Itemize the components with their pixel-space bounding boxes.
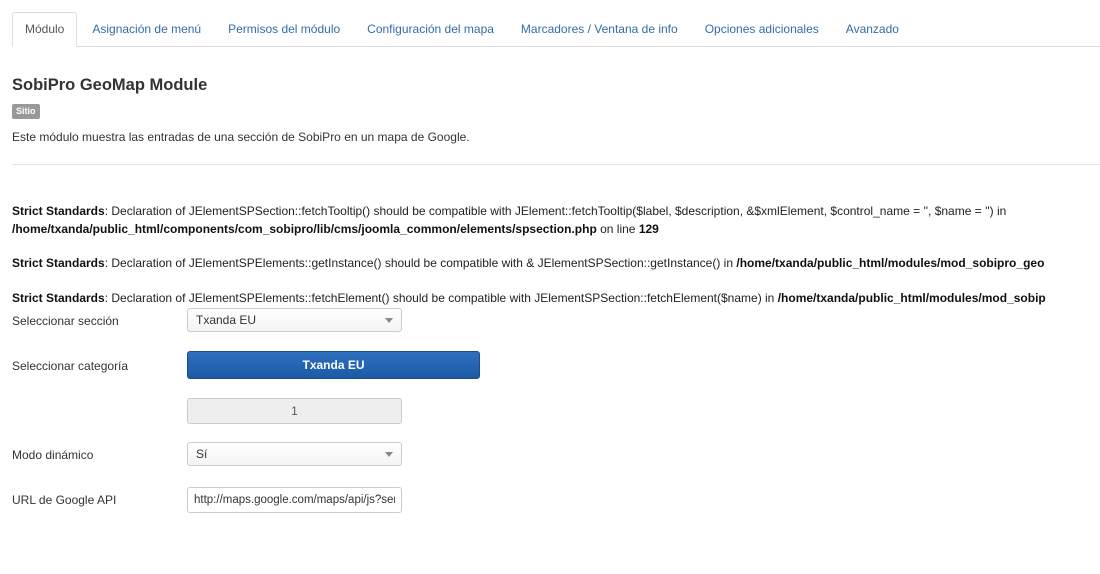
select-category-button[interactable]: Txanda EU: [187, 351, 480, 379]
select-category-label: Seleccionar categoría: [12, 359, 129, 373]
warning-prefix: Strict Standards: [12, 204, 105, 218]
module-description: Este módulo muestra las entradas de una …: [12, 130, 470, 144]
module-title: SobiPro GeoMap Module: [12, 76, 208, 94]
tab-additional-options[interactable]: Opciones adicionales: [693, 13, 831, 46]
warning-line-number: 129: [638, 222, 659, 236]
category-id-field: 1: [187, 398, 402, 424]
strict-standards-warning: Strict Standards: Declaration of JElemen…: [12, 289, 1046, 307]
warning-message: : Declaration of JElementSPElements::get…: [104, 256, 737, 270]
select-section-label: Seleccionar sección: [12, 314, 119, 328]
chevron-down-icon: [385, 452, 393, 457]
tab-map-configuration[interactable]: Configuración del mapa: [355, 13, 506, 46]
google-api-url-input[interactable]: [187, 487, 402, 513]
tab-module-permissions[interactable]: Permisos del módulo: [216, 13, 352, 46]
google-api-url-label: URL de Google API: [12, 493, 117, 507]
dynamic-mode-select[interactable]: Sí: [187, 442, 402, 466]
tab-module[interactable]: Módulo: [12, 12, 78, 47]
warning-line: Strict Standards: Declaration of JElemen…: [12, 202, 1006, 220]
strict-standards-warning: Strict Standards: Declaration of JElemen…: [12, 254, 1044, 272]
warning-path: /home/txanda/public_html/modules/mod_sob…: [777, 291, 1046, 305]
warning-line: /home/txanda/public_html/components/com_…: [12, 220, 1006, 238]
strict-standards-warning: Strict Standards: Declaration of JElemen…: [12, 202, 1006, 238]
section-divider: [12, 164, 1100, 165]
site-badge: Sitio: [12, 104, 40, 119]
warning-message: : Declaration of JElementSPSection::fetc…: [104, 204, 1007, 218]
dynamic-mode-select-value: Sí: [196, 447, 208, 461]
warning-prefix: Strict Standards: [12, 291, 105, 305]
tab-menu-assignment[interactable]: Asignación de menú: [80, 13, 213, 46]
warning-path: /home/txanda/public_html/components/com_…: [12, 222, 597, 236]
tab-bar: Módulo Asignación de menú Permisos del m…: [12, 12, 1100, 47]
warning-on-line: on line: [596, 222, 639, 236]
warning-path: /home/txanda/public_html/modules/mod_sob…: [736, 256, 1045, 270]
chevron-down-icon: [385, 318, 393, 323]
dynamic-mode-label: Modo dinámico: [12, 448, 94, 462]
module-edit-page: Módulo Asignación de menú Permisos del m…: [0, 0, 1100, 574]
section-select-value: Txanda EU: [196, 313, 257, 327]
tab-markers-info-window[interactable]: Marcadores / Ventana de info: [509, 13, 690, 46]
warning-prefix: Strict Standards: [12, 256, 105, 270]
tab-advanced[interactable]: Avanzado: [834, 13, 911, 46]
warning-message: : Declaration of JElementSPElements::fet…: [104, 291, 778, 305]
section-select[interactable]: Txanda EU: [187, 308, 402, 332]
